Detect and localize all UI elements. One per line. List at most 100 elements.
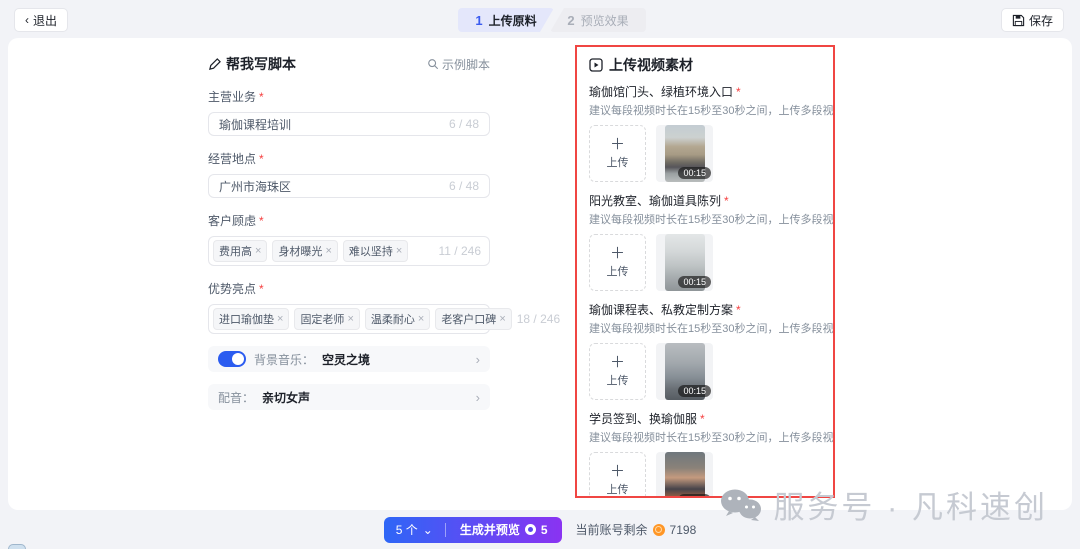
required-mark: * xyxy=(736,303,741,317)
main-card: 帮我写脚本 示例脚本 主营业务* 瑜伽课程培训 6 / 48 经营地点* 广州市… xyxy=(8,38,1072,510)
coin-icon xyxy=(653,524,665,536)
plus-icon: ＋ xyxy=(610,246,625,261)
save-button[interactable]: 保存 xyxy=(1001,8,1064,32)
upload-panel-title: 上传视频素材 xyxy=(609,55,693,75)
section-tip: 建议每段视频时长在15秒至30秒之间，上传多段视频素材效果更佳。 xyxy=(589,104,821,118)
main-business-value: 瑜伽课程培训 xyxy=(219,116,443,133)
video-icon xyxy=(589,58,603,72)
voiceover-value: 亲切女声 xyxy=(262,389,310,406)
exit-button[interactable]: ‹ 退出 xyxy=(14,8,68,32)
step-label: 上传原料 xyxy=(489,12,537,29)
background-music-row[interactable]: 背景音乐： 空灵之境 › xyxy=(208,346,490,372)
bottom-action-bar: 5 个 ⌄ 生成并预览 5 当前账号剩余 7198 xyxy=(0,510,1080,549)
field-label-advantages: 优势亮点* xyxy=(208,280,490,297)
duration-badge: 00:15 xyxy=(678,276,711,288)
remove-tag-icon[interactable]: × xyxy=(325,245,331,257)
music-toggle[interactable] xyxy=(218,351,246,367)
remove-tag-icon[interactable]: × xyxy=(347,313,353,325)
duration-badge: 00:15 xyxy=(678,167,711,179)
generate-preview-button[interactable]: 生成并预览 5 xyxy=(446,521,562,538)
video-thumbnail-checkin xyxy=(665,452,705,498)
plus-icon: ＋ xyxy=(610,137,625,152)
form-title-row: 帮我写脚本 xyxy=(208,54,296,74)
upload-button[interactable]: ＋ 上传 xyxy=(589,234,646,291)
field-label-location: 经营地点* xyxy=(208,150,490,167)
video-count-dropdown[interactable]: 5 个 ⌄ xyxy=(384,521,445,538)
step-number: 1 xyxy=(475,13,482,28)
tag-item[interactable]: 温柔耐心 × xyxy=(365,308,430,330)
tag-label: 费用高 xyxy=(219,243,252,259)
account-balance: 当前账号剩余 7198 xyxy=(576,521,697,538)
main-business-input[interactable]: 瑜伽课程培训 6 / 48 xyxy=(208,112,490,136)
tag-item[interactable]: 进口瑜伽垫 × xyxy=(213,308,289,330)
back-icon: ‹ xyxy=(25,13,29,27)
upload-label: 上传 xyxy=(607,481,629,497)
required-mark: * xyxy=(700,412,705,426)
voiceover-label: 配音： xyxy=(218,389,254,406)
required-mark: * xyxy=(259,152,264,166)
required-mark: * xyxy=(259,214,264,228)
generate-cost-value: 5 xyxy=(541,523,548,537)
required-mark: * xyxy=(259,282,264,296)
customer-concerns-input[interactable]: 费用高 × 身材曝光 × 难以坚持 × 11 / 246 xyxy=(208,236,490,266)
voiceover-row[interactable]: 配音： 亲切女声 › xyxy=(208,384,490,410)
corner-float-widget[interactable] xyxy=(8,544,26,549)
char-counter: 18 / 246 xyxy=(517,312,560,326)
video-thumbnail-cell[interactable]: 00:15 xyxy=(656,125,713,182)
upload-label: 上传 xyxy=(607,372,629,388)
upload-section: 阳光教室、瑜伽道具陈列* 建议每段视频时长在15秒至30秒之间，上传多段视频素材… xyxy=(589,192,821,291)
tag-label: 进口瑜伽垫 xyxy=(219,311,274,327)
example-script-link[interactable]: 示例脚本 xyxy=(427,56,490,73)
upload-section: 学员签到、换瑜伽服* 建议每段视频时长在15秒至30秒之间，上传多段视频素材效果… xyxy=(589,410,821,498)
tag-label: 老客户口碑 xyxy=(441,311,496,327)
save-button-label: 保存 xyxy=(1029,12,1053,29)
section-tip: 建议每段视频时长在15秒至30秒之间，上传多段视频素材效果更佳。 xyxy=(589,431,821,445)
tag-item[interactable]: 老客户口碑 × xyxy=(435,308,511,330)
upload-video-panel: 上传视频素材 瑜伽馆门头、绿植环境入口* 建议每段视频时长在15秒至30秒之间，… xyxy=(575,45,835,498)
remove-tag-icon[interactable]: × xyxy=(255,245,261,257)
remove-tag-icon[interactable]: × xyxy=(499,313,505,325)
required-mark: * xyxy=(724,194,729,208)
tag-item[interactable]: 费用高 × xyxy=(213,240,267,262)
tag-label: 身材曝光 xyxy=(278,243,322,259)
upload-panel-header: 上传视频素材 xyxy=(589,55,821,75)
section-title: 阳光教室、瑜伽道具陈列* xyxy=(589,192,821,209)
duration-badge: 00:15 xyxy=(678,385,711,397)
plus-icon: ＋ xyxy=(610,464,625,479)
video-thumbnail-cell[interactable]: 00:15 xyxy=(656,234,713,291)
field-label-customer-concerns: 客户顾虑* xyxy=(208,212,490,229)
upload-section: 瑜伽课程表、私教定制方案* 建议每段视频时长在15秒至30秒之间，上传多段视频素… xyxy=(589,301,821,400)
remove-tag-icon[interactable]: × xyxy=(277,313,283,325)
tag-item[interactable]: 身材曝光 × xyxy=(272,240,337,262)
remove-tag-icon[interactable]: × xyxy=(396,245,402,257)
section-tip: 建议每段视频时长在15秒至30秒之间，上传多段视频素材效果更佳。 xyxy=(589,213,821,227)
location-input[interactable]: 广州市海珠区 6 / 48 xyxy=(208,174,490,198)
required-mark: * xyxy=(259,90,264,104)
video-thumbnail-cell[interactable]: 00:15 xyxy=(656,343,713,400)
chevron-right-icon: › xyxy=(476,352,480,367)
upload-button[interactable]: ＋ 上传 xyxy=(589,343,646,400)
balance-label: 当前账号剩余 xyxy=(576,521,648,538)
char-counter: 6 / 48 xyxy=(449,179,479,193)
upload-button[interactable]: ＋ 上传 xyxy=(589,125,646,182)
advantages-input[interactable]: 进口瑜伽垫 × 固定老师 × 温柔耐心 × 老客户口碑 × 18 / 246 xyxy=(208,304,490,334)
step-preview-effect[interactable]: 2 预览效果 xyxy=(550,8,646,32)
chevron-down-icon: ⌄ xyxy=(423,523,433,537)
tag-item[interactable]: 固定老师 × xyxy=(294,308,359,330)
step-indicator: 1 上传原料 2 预览效果 xyxy=(458,8,646,32)
video-thumbnail-cell[interactable]: 00:15 xyxy=(656,452,713,498)
location-value: 广州市海珠区 xyxy=(219,178,443,195)
step-upload-materials[interactable]: 1 上传原料 xyxy=(458,8,554,32)
music-label: 背景音乐： xyxy=(254,351,314,368)
tag-item[interactable]: 难以坚持 × xyxy=(343,240,408,262)
section-title: 瑜伽馆门头、绿植环境入口* xyxy=(589,83,821,100)
save-icon xyxy=(1012,14,1025,27)
upload-section: 瑜伽馆门头、绿植环境入口* 建议每段视频时长在15秒至30秒之间，上传多段视频素… xyxy=(589,83,821,182)
upload-button[interactable]: ＋ 上传 xyxy=(589,452,646,498)
duration-badge: 00:15 xyxy=(678,494,711,498)
example-script-label: 示例脚本 xyxy=(442,56,490,73)
exit-button-label: 退出 xyxy=(33,12,57,29)
remove-tag-icon[interactable]: × xyxy=(418,313,424,325)
credit-coin-icon xyxy=(525,524,536,535)
tag-label: 温柔耐心 xyxy=(371,311,415,327)
